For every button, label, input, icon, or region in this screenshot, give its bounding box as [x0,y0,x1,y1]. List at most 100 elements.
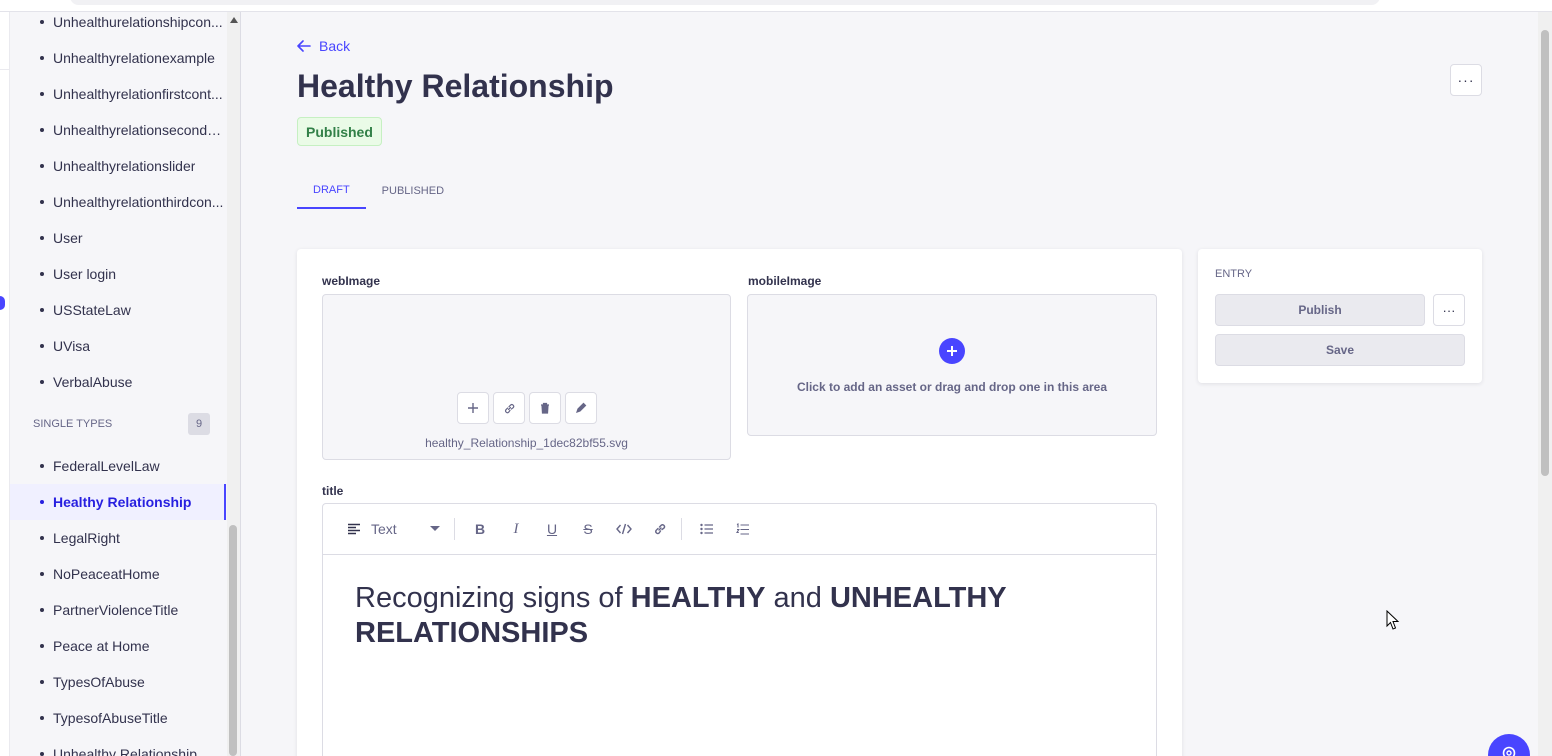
sidebar-item[interactable]: NoPeaceatHome [10,556,226,592]
sidebar-item-label: USStateLaw [53,302,131,318]
sidebar-item-label: PartnerViolenceTitle [53,602,179,618]
page-scroll-thumb[interactable] [1541,30,1549,476]
sidebar-item[interactable]: Healthy Relationship [10,484,226,520]
delete-asset-button[interactable] [529,392,561,424]
sidebar-item[interactable]: Unhealthyrelationfirstcont... [10,76,226,112]
tab-published[interactable]: PUBLISHED [366,172,460,209]
bold-button[interactable]: B [462,511,498,547]
link-icon [655,524,666,535]
asset-filename: healthy_Relationship_1dec82bf55.svg [425,436,628,450]
save-button[interactable]: Save [1215,334,1465,366]
sidebar-item-label: LegalRight [53,530,120,546]
sidebar-item[interactable]: LegalRight [10,520,226,556]
title-editor-content[interactable]: Recognizing signs of HEALTHY and UNHEALT… [323,555,1156,677]
sidebar-item[interactable]: Peace at Home [10,628,226,664]
sidebar-item-label: Unhealthurelationshipcon... [53,14,223,30]
web-image-asset-box[interactable]: healthy_Relationship_1dec82bf55.svg [322,294,731,460]
toolbar-divider [681,518,682,540]
text-run: and [765,582,830,614]
bullet-icon [40,380,44,384]
chevron-down-icon [430,526,440,531]
edit-asset-button[interactable] [565,392,597,424]
bullet-icon [40,92,44,96]
dropzone-text: Click to add an asset or drag and drop o… [796,380,1108,394]
publish-button[interactable]: Publish [1215,294,1425,326]
code-button[interactable] [606,511,642,547]
numbered-list-button[interactable] [725,511,761,547]
mobile-image-label: mobileImage [748,274,822,288]
content-type-sidebar: Unhealthurelationshipcon... Unhealthyrela… [10,12,241,756]
edit-form-card: webImage healthy_Relationship_1dec82bf55… [297,249,1182,756]
underline-button[interactable]: U [534,511,570,547]
sidebar-item[interactable]: User login [10,256,226,292]
sidebar-item[interactable]: USStateLaw [10,292,226,328]
address-bar[interactable] [70,0,1380,5]
sidebar-item[interactable]: User [10,220,226,256]
sidebar-item-label: Unhealthyrelationfirstcont... [53,86,223,102]
sidebar-scrollbar[interactable] [227,12,240,756]
sidebar-item[interactable]: Unhealthyrelationthirdcon... [10,184,226,220]
underline-icon: U [546,521,558,537]
sidebar-item-label: Unhealthyrelationsecondc... [53,122,225,138]
toolbar-divider [454,518,455,540]
link-button[interactable] [642,511,678,547]
sidebar-item-label: TypesofAbuseTitle [53,710,168,726]
sidebar-item-label: Unhealthy Relationship [53,746,197,756]
back-link[interactable]: Back [297,38,350,54]
rich-text-editor: Text B I U S Recognizing signs of HEALTH… [322,503,1157,756]
bullet-list-button[interactable] [689,511,725,547]
bullet-icon [40,536,44,540]
sidebar-item[interactable]: PartnerViolenceTitle [10,592,226,628]
sidebar-item-label: User login [53,266,117,282]
link-icon [504,403,514,413]
sidebar-item[interactable]: Unhealthy Relationship [10,736,226,756]
bullet-icon [40,464,44,468]
trash-icon [541,402,549,414]
italic-button[interactable]: I [498,511,534,547]
bullet-icon [40,344,44,348]
sidebar-item-label: NoPeaceatHome [53,566,160,582]
scroll-up-arrow[interactable] [230,17,238,23]
plus-icon [468,403,478,413]
pencil-icon [576,402,587,413]
align-left-icon [348,523,360,535]
mouse-cursor-icon [1386,610,1400,630]
tab-draft[interactable]: DRAFT [297,172,366,209]
sidebar-item[interactable]: Unhealthyrelationexample [10,40,226,76]
sidebar-list: Unhealthurelationshipcon... Unhealthyrela… [10,12,226,756]
help-icon [1502,746,1516,756]
sidebar-item[interactable]: TypesOfAbuse [10,664,226,700]
block-type-select[interactable]: Text [347,521,451,537]
sidebar-item[interactable]: VerbalAbuse [10,364,226,400]
rail-indicator [0,296,5,310]
sidebar-item-label: Unhealthyrelationslider [53,158,196,174]
text-run: Recognizing signs of [355,582,631,614]
status-badge: Published [297,117,382,146]
add-asset-button[interactable] [457,392,489,424]
bullet-icon [40,200,44,204]
back-label: Back [319,38,351,54]
sidebar-item[interactable]: Unhealthyrelationsecondc... [10,112,226,148]
sidebar-item[interactable]: FederalLevelLaw [10,448,226,484]
page-scrollbar[interactable] [1538,12,1552,756]
copy-link-button[interactable] [493,392,525,424]
add-asset-icon[interactable] [939,338,965,364]
bullet-icon [40,716,44,720]
mobile-image-dropzone[interactable]: Click to add an asset or drag and drop o… [747,294,1157,436]
sidebar-item-label: VerbalAbuse [53,374,133,390]
sidebar-item-label: Healthy Relationship [53,494,192,510]
bullet-icon [40,308,44,312]
sidebar-item[interactable]: TypesofAbuseTitle [10,700,226,736]
sidebar-item[interactable]: Unhealthyrelationslider [10,148,226,184]
sidebar-scroll-thumb[interactable] [229,525,237,756]
strikethrough-button[interactable]: S [570,511,606,547]
more-actions-button[interactable]: ··· [1450,64,1482,96]
sidebar-item[interactable]: Unhealthurelationshipcon... [10,12,226,40]
bullet-icon [40,164,44,168]
entry-more-button[interactable]: ··· [1433,294,1465,326]
sidebar-item-label: Unhealthyrelationthirdcon... [53,194,224,210]
sidebar-item[interactable]: UVisa [10,328,226,364]
browser-top-strip [0,0,1552,12]
bullet-icon [40,236,44,240]
tab-list: DRAFT PUBLISHED [297,172,460,209]
